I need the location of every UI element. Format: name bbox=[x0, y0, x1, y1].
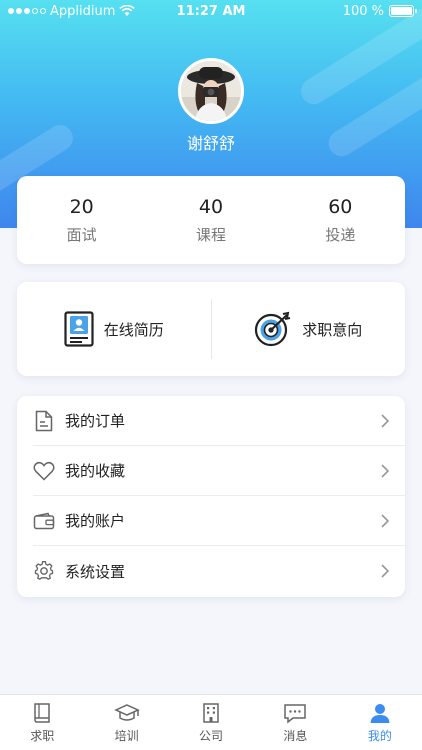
user-name: 谢舒舒 bbox=[186, 134, 235, 153]
stat-label: 投递 bbox=[325, 225, 356, 244]
online-resume-button[interactable]: 在线简历 bbox=[17, 282, 211, 376]
avatar[interactable] bbox=[178, 58, 244, 124]
avatar-photo bbox=[181, 61, 241, 121]
gear-icon bbox=[33, 560, 55, 582]
menu-item-account[interactable]: 我的账户 bbox=[33, 496, 405, 546]
tab-jobs[interactable]: 求职 bbox=[0, 695, 84, 750]
stat-value: 40 bbox=[198, 195, 224, 218]
chevron-right-icon bbox=[381, 413, 390, 428]
job-intention-button[interactable]: 求职意向 bbox=[212, 282, 406, 376]
chevron-right-icon bbox=[381, 513, 390, 528]
document-icon bbox=[33, 410, 55, 432]
wifi-icon bbox=[119, 5, 136, 16]
tab-label: 我的 bbox=[367, 728, 392, 743]
menu-item-settings[interactable]: 系统设置 bbox=[33, 546, 405, 596]
stat-label: 面试 bbox=[66, 225, 97, 244]
heart-icon bbox=[33, 460, 55, 482]
building-icon bbox=[203, 702, 219, 723]
tab-mine[interactable]: 我的 bbox=[338, 695, 422, 750]
stat-value: 20 bbox=[69, 195, 94, 218]
job-intention-label: 求职意向 bbox=[302, 320, 363, 339]
chat-bubble-icon bbox=[284, 703, 307, 724]
stat-interviews[interactable]: 20 面试 bbox=[17, 176, 146, 264]
stat-label: 课程 bbox=[195, 225, 226, 244]
menu-item-label: 我的订单 bbox=[65, 412, 126, 430]
menu-card: 我的订单 我的收藏 我的账户 系统设置 bbox=[17, 396, 405, 597]
stats-card: 20 面试 40 课程 60 投递 bbox=[17, 176, 405, 264]
tab-training[interactable]: 培训 bbox=[84, 695, 168, 750]
signal-icon bbox=[8, 8, 46, 14]
tab-label: 培训 bbox=[114, 728, 139, 743]
book-icon bbox=[34, 702, 50, 723]
menu-item-favorites[interactable]: 我的收藏 bbox=[33, 446, 405, 496]
chevron-right-icon bbox=[381, 564, 390, 578]
graduation-cap-icon bbox=[113, 703, 140, 721]
carrier-name: Applidium bbox=[50, 3, 116, 19]
tab-company[interactable]: 公司 bbox=[169, 695, 253, 750]
chevron-right-icon bbox=[381, 463, 390, 478]
online-resume-label: 在线简历 bbox=[103, 320, 164, 339]
tab-label: 求职 bbox=[30, 728, 55, 743]
stat-applications[interactable]: 60 投递 bbox=[276, 176, 405, 264]
battery-percent: 100 % bbox=[342, 3, 384, 19]
status-bar: Applidium 11:27 AM 100 % bbox=[0, 0, 422, 22]
person-icon bbox=[370, 703, 390, 723]
battery-icon bbox=[389, 5, 417, 17]
clock: 11:27 AM bbox=[176, 3, 246, 19]
resume-icon bbox=[64, 311, 94, 347]
target-icon bbox=[255, 311, 291, 347]
tab-label: 消息 bbox=[283, 728, 308, 743]
stat-value: 60 bbox=[328, 195, 353, 218]
menu-item-orders[interactable]: 我的订单 bbox=[33, 396, 405, 446]
wallet-icon bbox=[33, 510, 55, 532]
menu-item-label: 我的账户 bbox=[65, 512, 126, 530]
tab-bar: 求职 培训 公司 消息 我的 bbox=[0, 694, 422, 750]
stat-courses[interactable]: 40 课程 bbox=[146, 176, 275, 264]
menu-item-label: 我的收藏 bbox=[65, 462, 126, 480]
tab-messages[interactable]: 消息 bbox=[253, 695, 337, 750]
tab-label: 公司 bbox=[199, 728, 224, 743]
menu-item-label: 系统设置 bbox=[65, 562, 126, 581]
quick-actions-card: 在线简历 求职意向 bbox=[17, 282, 405, 376]
